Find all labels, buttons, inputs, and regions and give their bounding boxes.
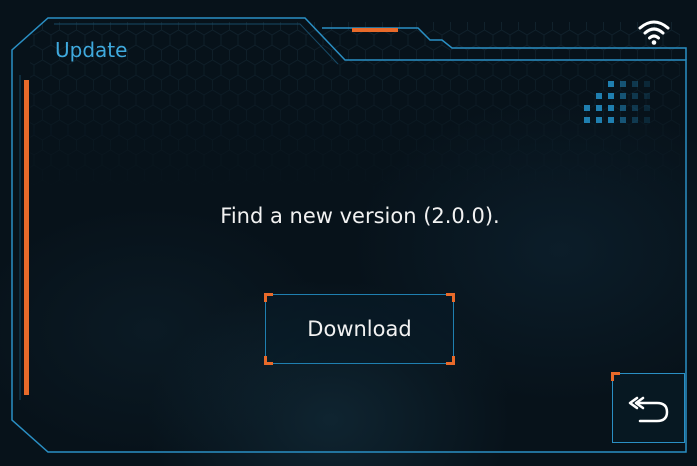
corner-accent — [446, 293, 455, 302]
panel-frame — [11, 17, 687, 453]
corner-accent — [264, 356, 273, 365]
download-button-label: Download — [307, 317, 412, 341]
wifi-icon — [638, 20, 670, 45]
dots-decoration-icon — [584, 81, 650, 123]
update-message: Find a new version (2.0.0). — [220, 204, 500, 228]
download-button[interactable]: Download — [264, 293, 455, 365]
back-button[interactable] — [611, 372, 685, 443]
corner-accent — [264, 293, 273, 302]
update-screen: Update Find a new version (2.0.0). Downl… — [0, 0, 697, 466]
corner-accent — [446, 356, 455, 365]
back-arrow-icon — [628, 396, 669, 423]
page-title: Update — [55, 38, 128, 62]
corner-accent — [611, 372, 620, 381]
